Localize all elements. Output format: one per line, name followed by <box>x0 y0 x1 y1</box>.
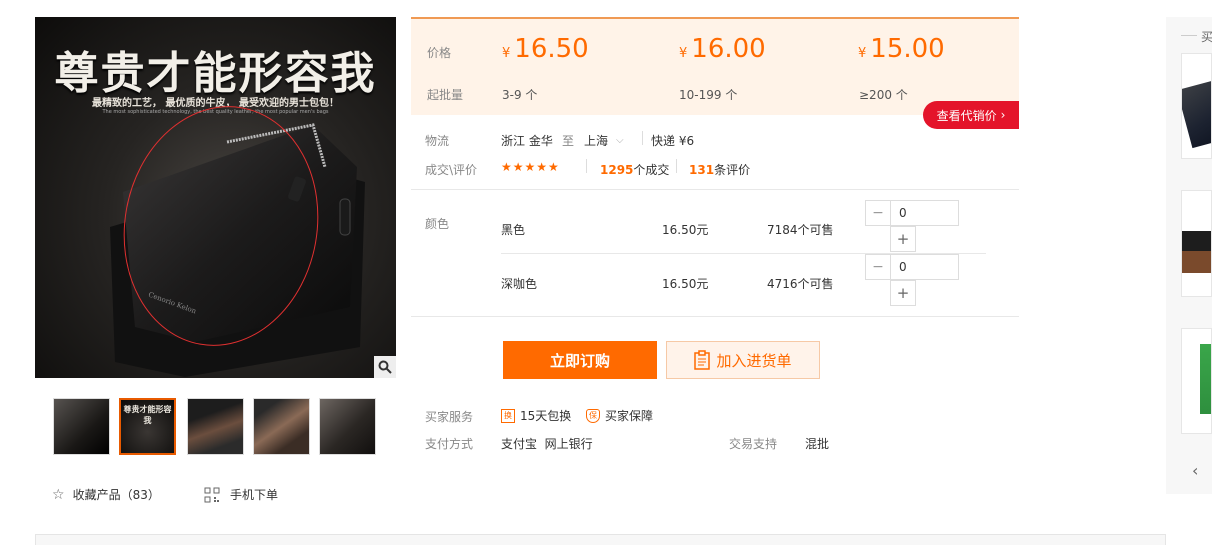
shield-icon: 保 <box>586 408 600 423</box>
thumbnail-1[interactable] <box>53 398 110 455</box>
variant-stock-1: 7184个可售 <box>767 223 834 237</box>
logistics-label: 物流 <box>425 134 450 148</box>
review-count-link[interactable]: 131条评价 <box>689 161 750 178</box>
thumbnail-4[interactable] <box>253 398 310 455</box>
plus-button[interactable]: + <box>890 280 916 306</box>
destination-select[interactable]: 上海 ⌵ <box>584 132 624 149</box>
quantity-input[interactable]: 0 <box>890 200 959 226</box>
qr-code-icon <box>204 487 220 502</box>
star-outline-icon: ☆ <box>52 486 65 503</box>
deals-suffix: 个成交 <box>633 163 670 177</box>
qty-tier-2: 10-199 个 <box>679 88 738 102</box>
payment-methods: 支付宝 网上银行 <box>501 437 593 451</box>
add-to-cart-label: 加入进货单 <box>716 351 792 370</box>
quantity-stepper-2[interactable]: − 0 + <box>865 254 959 306</box>
price-label: 价格 <box>427 46 452 60</box>
minus-button[interactable]: − <box>865 200 891 226</box>
sidebar-item-2[interactable] <box>1181 190 1212 297</box>
price-tier-2: ¥16.00 <box>679 34 766 64</box>
bottom-section-bar <box>35 534 1166 545</box>
exchange-label: 15天包换 <box>520 409 572 423</box>
mobile-order-button[interactable]: 手机下单 <box>204 486 278 503</box>
reviews-label: 成交\评价 <box>425 163 478 177</box>
qty-tier-1: 3-9 个 <box>502 88 538 102</box>
quantity-stepper-1[interactable]: − 0 + <box>865 200 959 252</box>
thumbnail-2[interactable]: 尊贵才能形容我 <box>119 398 176 455</box>
qty-tier-3: ≥200 个 <box>859 88 908 102</box>
deals-count: 1295 <box>600 163 634 177</box>
order-now-button[interactable]: 立即订购 <box>503 341 657 379</box>
section-divider-2 <box>411 316 1019 317</box>
sidebar-item-3[interactable] <box>1181 328 1212 434</box>
quantity-input[interactable]: 0 <box>890 254 959 280</box>
thumbnail-5[interactable] <box>319 398 376 455</box>
variant-name-1: 黑色 <box>501 223 526 237</box>
section-divider-1 <box>411 189 1019 190</box>
buyer-service-label: 买家服务 <box>425 410 474 424</box>
variant-stock-2: 4716个可售 <box>767 277 834 291</box>
variant-name-2: 深咖色 <box>501 277 538 291</box>
exchange-service[interactable]: 换 15天包换 <box>501 407 571 424</box>
ship-to: 上海 <box>584 134 609 148</box>
zoom-icon[interactable] <box>374 356 396 378</box>
price-tier-3: ¥15.00 <box>858 34 945 64</box>
sidebar-header-rule <box>1181 35 1197 36</box>
review-suffix: 条评价 <box>714 163 751 177</box>
favorite-count: （83） <box>120 488 160 502</box>
shipping-fee: 快递 ¥6 <box>651 134 695 148</box>
variant-price-1: 16.50元 <box>662 223 709 237</box>
min-qty-label: 起批量 <box>427 88 464 102</box>
color-label: 颜色 <box>425 217 450 231</box>
guarantee-label: 买家保障 <box>605 409 654 423</box>
reviews-divider-1 <box>586 159 587 173</box>
mobile-order-label: 手机下单 <box>230 488 279 502</box>
thumbnail-3[interactable] <box>187 398 244 455</box>
plus-button[interactable]: + <box>890 226 916 252</box>
add-to-cart-button[interactable]: 加入进货单 <box>666 341 820 379</box>
rating-stars: ★★★★★ <box>501 160 560 174</box>
trade-support-label: 交易支持 <box>729 437 778 451</box>
trade-support-value: 混批 <box>805 437 830 451</box>
wallet-illustration <box>110 106 365 377</box>
ship-to-word: 至 <box>562 134 575 148</box>
variant-price-2: 16.50元 <box>662 277 709 291</box>
review-count: 131 <box>689 163 715 177</box>
favorite-product-button[interactable]: ☆ 收藏产品 （83） <box>52 486 160 503</box>
favorite-label: 收藏产品 <box>72 488 121 502</box>
sidebar-item-1[interactable] <box>1181 53 1212 159</box>
payment-label: 支付方式 <box>425 437 474 451</box>
chevron-left-icon[interactable]: ‹ <box>1192 461 1198 480</box>
price-tier-1: ¥16.50 <box>502 34 589 64</box>
deals-count-link[interactable]: 1295个成交 <box>600 161 669 178</box>
price-panel: 价格 起批量 ¥16.50 ¥16.00 ¥15.00 3-9 个 10-199… <box>411 17 1019 115</box>
agent-price-label: 查看代销价 <box>936 108 997 123</box>
main-product-image[interactable]: 尊贵才能形容我 最精致的工艺， 最优质的牛皮， 最受欢迎的男士包包！ The m… <box>35 17 396 378</box>
exchange-icon: 换 <box>501 408 515 423</box>
chevron-down-icon: ⌵ <box>616 135 624 146</box>
reviews-divider-2 <box>676 159 677 173</box>
agent-price-button[interactable]: 查看代销价 › <box>923 101 1019 129</box>
sidebar-header: 买 <box>1201 30 1212 44</box>
minus-button[interactable]: − <box>865 254 891 280</box>
clipboard-icon <box>694 350 711 370</box>
ship-from: 浙江 金华 <box>501 134 553 148</box>
guarantee-service[interactable]: 保 买家保障 <box>586 407 653 424</box>
chevron-right-icon: › <box>1000 108 1006 122</box>
thumbnail-headline: 尊贵才能形容我 <box>123 404 172 425</box>
logistics-divider <box>642 131 643 145</box>
